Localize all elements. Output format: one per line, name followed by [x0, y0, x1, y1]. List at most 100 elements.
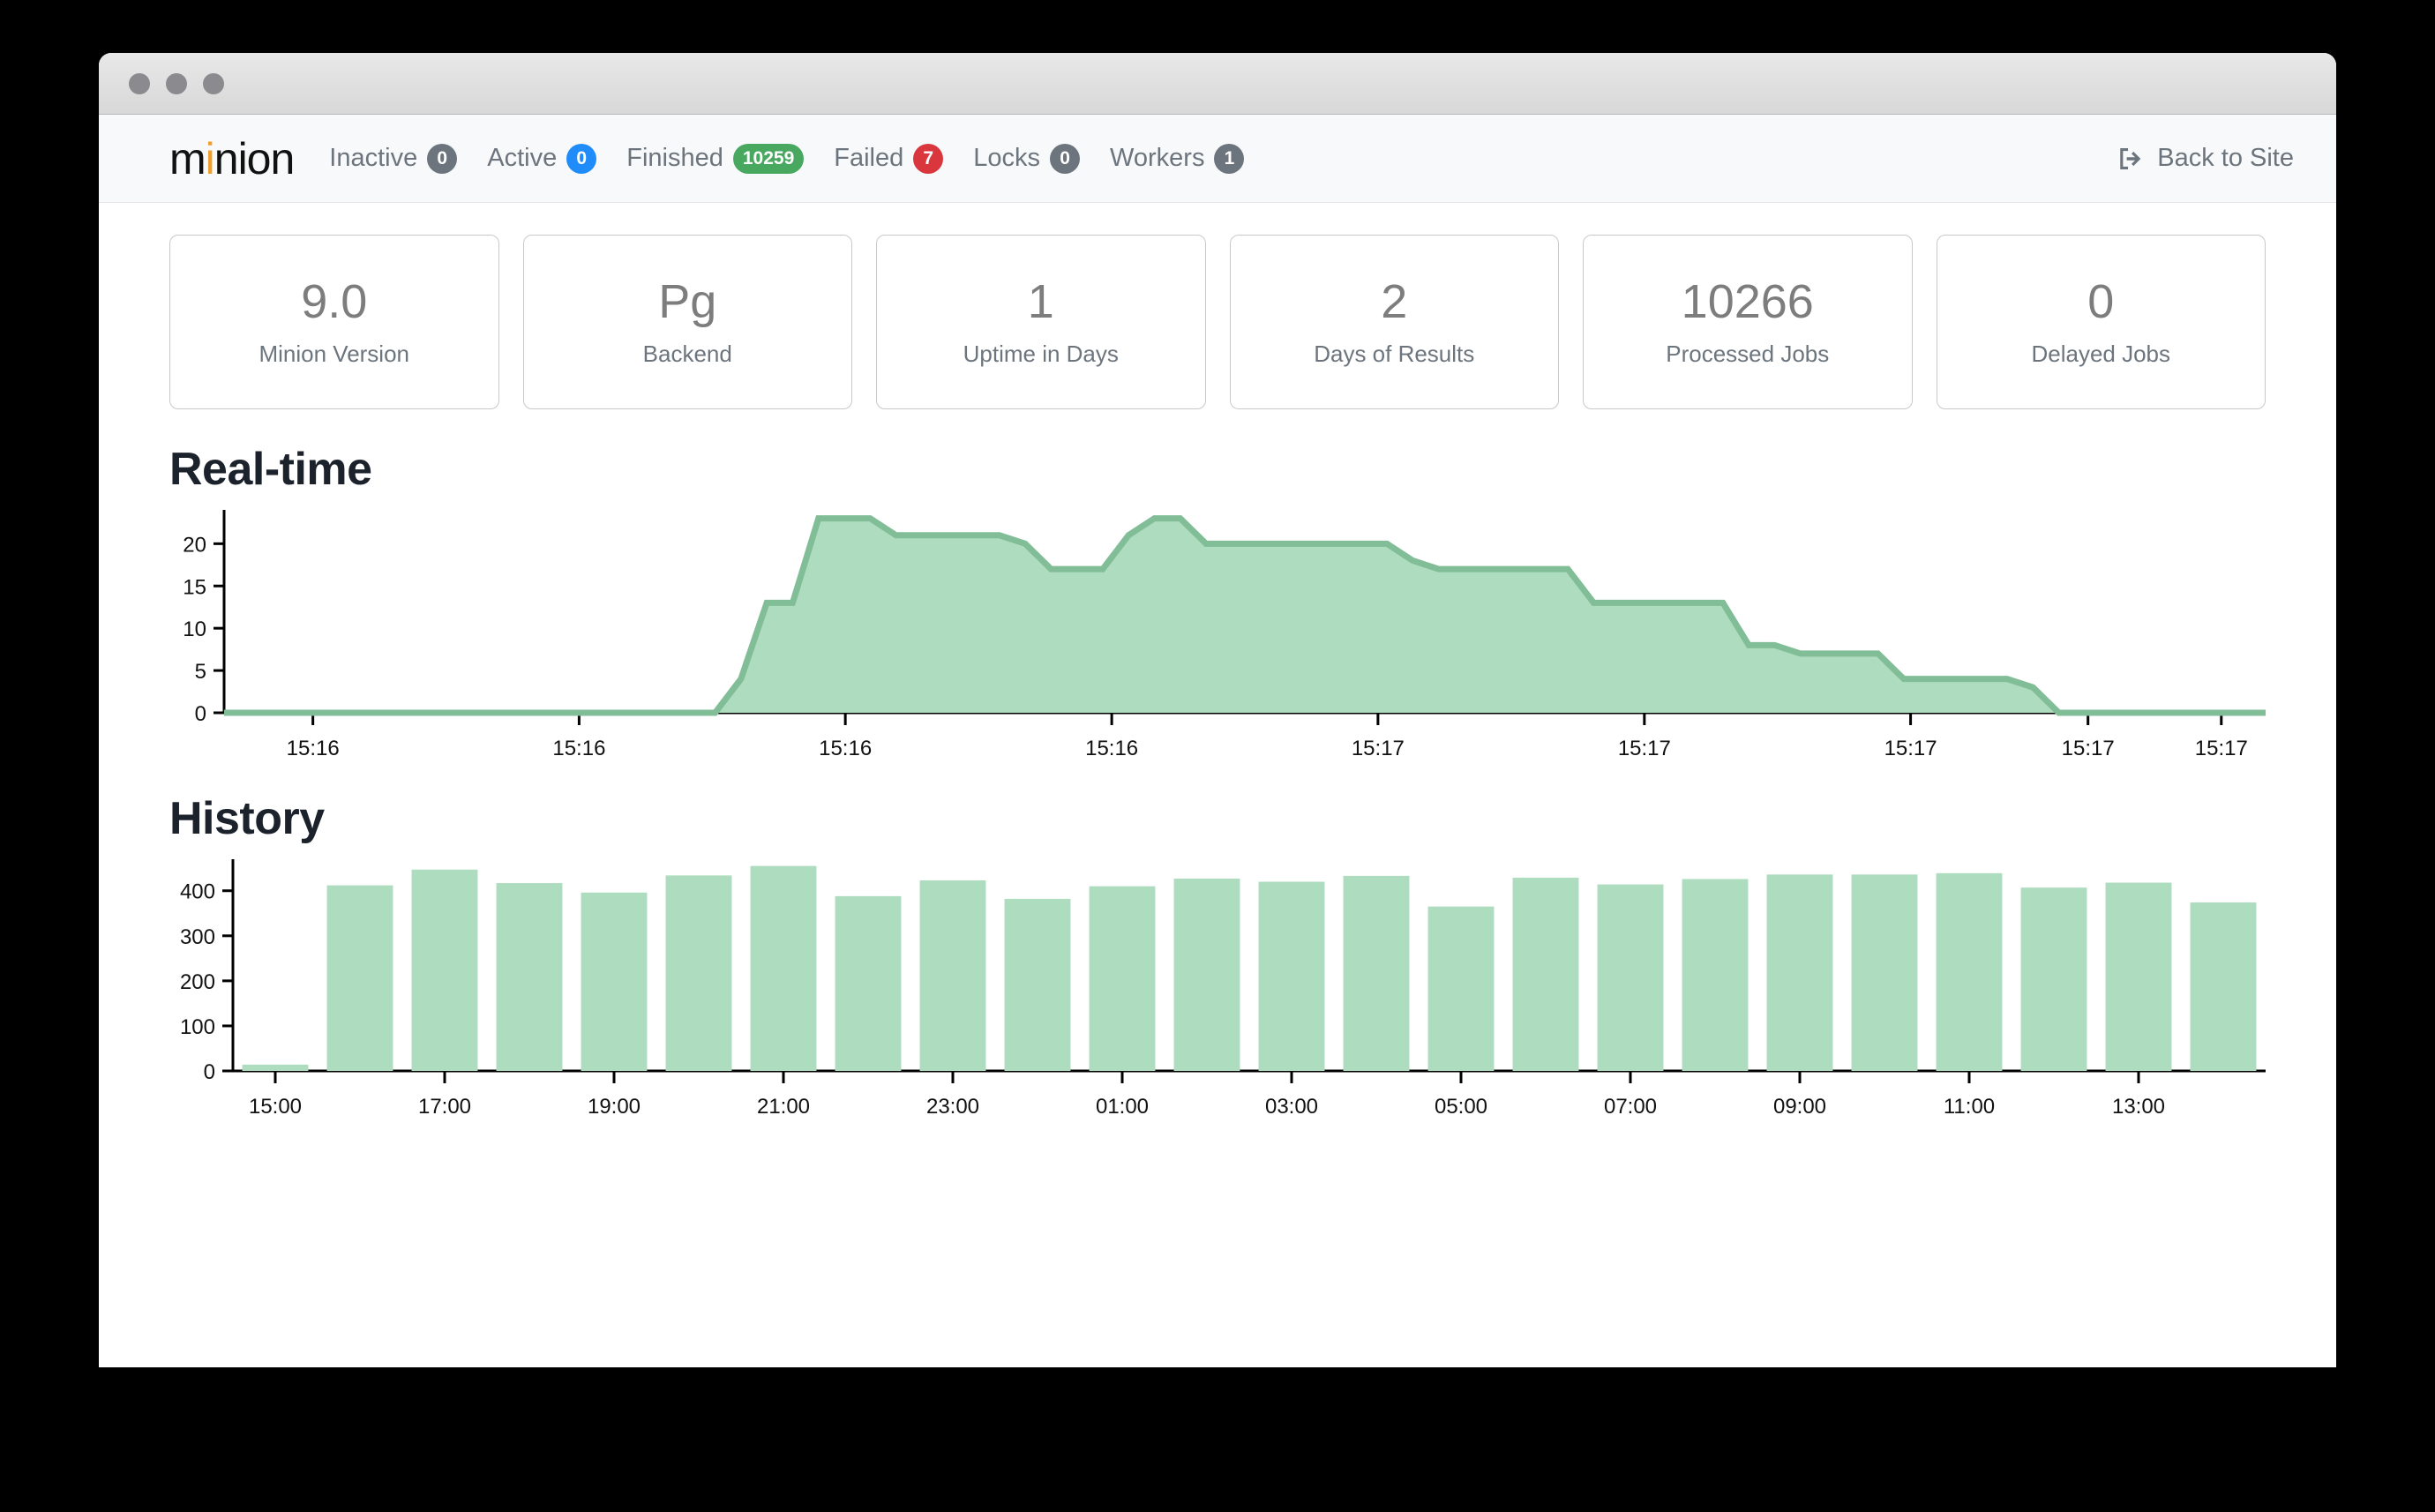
maximize-button[interactable] — [203, 72, 224, 94]
back-to-site-link[interactable]: Back to Site — [2117, 144, 2294, 174]
history-bar — [919, 880, 986, 1071]
history-bar — [2190, 902, 2257, 1071]
history-bar — [1851, 874, 1918, 1071]
history-bar — [1936, 872, 2003, 1071]
nav-label-locks: Locks — [973, 144, 1041, 172]
nav-badge-locks: 0 — [1050, 143, 1081, 174]
x-tick-label: 15:16 — [287, 737, 340, 759]
navbar: minion Inactive 0 Active 0 Finished 1025… — [99, 115, 2336, 203]
history-bar — [1512, 877, 1579, 1071]
y-tick-label: 0 — [195, 702, 206, 726]
history-bar — [750, 865, 817, 1071]
stat-card-delayed-jobs: 0 Delayed Jobs — [1936, 235, 2266, 409]
x-tick-label: 15:17 — [1352, 737, 1405, 759]
y-tick-label: 15 — [183, 575, 206, 599]
history-bar — [496, 883, 563, 1071]
x-tick-label: 05:00 — [1435, 1095, 1487, 1117]
brand-text-part2: nion — [214, 133, 296, 183]
x-tick-label: 07:00 — [1604, 1095, 1657, 1117]
x-tick-label: 15:00 — [249, 1095, 302, 1117]
brand-text-part1: m — [169, 133, 206, 183]
nav-badge-active: 0 — [566, 143, 597, 174]
realtime-area-chart: 0 5 10 15 20 15:16 15:16 15:16 15:16 15:17 15:17 15… — [183, 510, 2266, 759]
close-button[interactable] — [129, 72, 150, 94]
history-bar-chart: 0 100 200 300 400 15:00 17:00 19:00 21:00 23:00 01… — [180, 859, 2266, 1117]
nav-badge-workers: 1 — [1214, 143, 1245, 174]
stat-value: 2 — [1381, 274, 1408, 328]
y-tick-label: 10 — [183, 618, 206, 641]
x-tick-label: 15:17 — [1884, 737, 1937, 759]
x-tick-label: 09:00 — [1773, 1095, 1826, 1117]
stat-label: Backend — [642, 341, 732, 368]
stat-label: Days of Results — [1314, 341, 1475, 368]
history-bar — [835, 895, 902, 1071]
history-bar — [2105, 882, 2172, 1071]
dashboard-content: 9.0 Minion Version Pg Backend 1 Uptime i… — [99, 203, 2336, 1117]
x-tick-label: 17:00 — [418, 1095, 471, 1117]
x-tick-label: 19:00 — [588, 1095, 641, 1117]
stat-card-uptime: 1 Uptime in Days — [876, 235, 1206, 409]
history-bar — [581, 892, 648, 1071]
x-tick-label: 21:00 — [757, 1095, 810, 1117]
y-tick-label: 20 — [183, 533, 206, 557]
sign-out-icon — [2117, 144, 2147, 174]
x-tick-label: 13:00 — [2112, 1095, 2165, 1117]
history-bar — [1004, 898, 1071, 1071]
history-bar — [1173, 878, 1240, 1071]
stat-cards: 9.0 Minion Version Pg Backend 1 Uptime i… — [99, 224, 2336, 409]
stat-value: Pg — [658, 274, 717, 328]
screenshot-root: minion Inactive 0 Active 0 Finished 1025… — [0, 0, 2435, 1512]
x-tick-label: 23:00 — [926, 1095, 979, 1117]
stat-card-minion-version: 9.0 Minion Version — [169, 235, 499, 409]
nav-label-failed: Failed — [834, 144, 904, 172]
nav-item-finished[interactable]: Finished 10259 — [626, 143, 805, 174]
history-bar — [1258, 881, 1325, 1071]
stat-card-backend: Pg Backend — [522, 235, 852, 409]
nav-item-active[interactable]: Active 0 — [487, 143, 597, 174]
nav-label-workers: Workers — [1110, 144, 1205, 172]
stat-label: Minion Version — [258, 341, 410, 368]
nav-links: Inactive 0 Active 0 Finished 10259 Faile… — [329, 143, 1245, 174]
x-tick-label: 15:16 — [819, 737, 872, 759]
history-bar — [665, 875, 732, 1071]
y-tick-label: 100 — [180, 1015, 215, 1039]
history-bar — [1597, 884, 1664, 1071]
nav-item-locks[interactable]: Locks 0 — [973, 143, 1081, 174]
brand-i-highlight: i — [205, 133, 215, 183]
history-bar — [1343, 875, 1410, 1071]
nav-item-failed[interactable]: Failed 7 — [834, 143, 944, 174]
history-bar — [1089, 886, 1156, 1071]
brand-logo[interactable]: minion — [169, 133, 296, 184]
x-tick-label: 15:17 — [1618, 737, 1671, 759]
stat-value: 1 — [1027, 274, 1054, 328]
y-tick-label: 0 — [204, 1060, 215, 1084]
x-tick-label: 11:00 — [1944, 1095, 1995, 1117]
realtime-area — [224, 518, 2266, 713]
history-bar — [411, 869, 478, 1071]
history-bar — [326, 885, 393, 1071]
stat-label: Delayed Jobs — [2031, 341, 2171, 368]
nav-label-finished: Finished — [626, 144, 723, 172]
history-bar — [1427, 906, 1495, 1071]
minimize-button[interactable] — [166, 72, 187, 94]
x-tick-label: 15:17 — [2062, 737, 2115, 759]
stat-value: 9.0 — [301, 274, 368, 328]
stat-label: Processed Jobs — [1666, 341, 1830, 368]
stat-card-days-of-results: 2 Days of Results — [1229, 235, 1559, 409]
y-tick-label: 200 — [180, 970, 215, 994]
x-tick-label: 15:16 — [552, 737, 605, 759]
nav-item-inactive[interactable]: Inactive 0 — [329, 143, 458, 174]
history-bar — [1766, 874, 1833, 1071]
y-tick-label: 300 — [180, 925, 215, 949]
window-titlebar — [99, 53, 2336, 115]
browser-window: minion Inactive 0 Active 0 Finished 1025… — [99, 53, 2336, 1367]
realtime-title: Real-time — [169, 444, 372, 495]
history-chart-wrap: 0 100 200 300 400 15:00 17:00 19:00 21:00 23:00 01… — [99, 852, 2336, 1117]
x-tick-label: 15:16 — [1085, 737, 1138, 759]
stat-card-processed-jobs: 10266 Processed Jobs — [1583, 235, 1913, 409]
nav-item-workers[interactable]: Workers 1 — [1110, 143, 1245, 174]
history-bar — [1682, 879, 1749, 1071]
history-bar — [242, 1064, 309, 1071]
history-bar — [2020, 887, 2087, 1071]
history-title: History — [169, 793, 325, 844]
